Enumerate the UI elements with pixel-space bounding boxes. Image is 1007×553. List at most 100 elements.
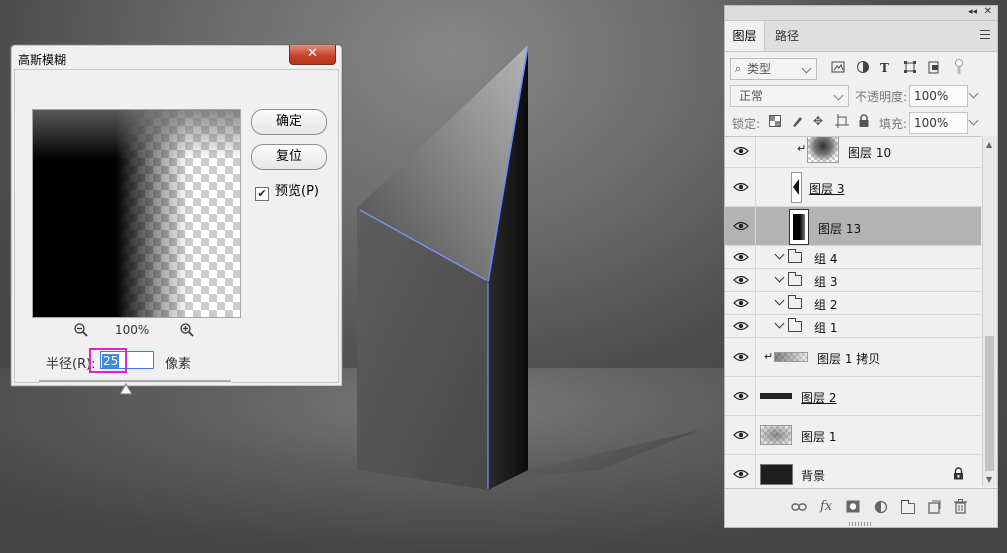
lock-position-icon[interactable]: ✥ [813,114,823,128]
lock-artboard-icon[interactable] [835,114,849,128]
layer-name[interactable]: 图层 2 [801,389,836,406]
layer-row[interactable]: 图层 1 [725,416,981,455]
layer-name[interactable]: 图层 13 [818,220,861,237]
blend-mode-select[interactable]: 正常 [730,85,849,107]
panel-menu-icon[interactable] [980,30,990,39]
opacity-dropdown[interactable] [967,85,980,105]
chevron-down-icon [801,63,812,74]
folder-icon[interactable] [901,500,915,514]
visibility-eye-icon[interactable] [733,146,749,156]
layer-row[interactable]: 图层 2 [725,377,981,416]
layer-thumbnail [760,464,793,485]
visibility-column [755,137,756,167]
visibility-eye-icon[interactable] [733,469,749,479]
zoom-out-icon[interactable] [73,322,89,338]
visibility-eye-icon[interactable] [733,321,749,331]
fill-input[interactable]: 100% [909,112,979,134]
layer-name[interactable]: 图层 3 [809,180,844,197]
chevron-down-icon [968,88,979,99]
folder-icon [788,272,802,286]
visibility-eye-icon[interactable] [733,252,749,262]
visibility-eye-icon[interactable] [733,391,749,401]
group-row[interactable]: 组 4 [725,246,981,269]
group-row[interactable]: 组 3 [725,269,981,292]
visibility-eye-icon[interactable] [733,182,749,192]
preview-checkbox-label: 预览(P) [275,184,319,199]
group-name[interactable]: 组 4 [814,250,837,267]
visibility-column [755,416,756,454]
preview-checkbox-row[interactable]: ✔ 预览(P) [255,180,319,201]
visibility-eye-icon[interactable] [733,221,749,231]
scroll-up-icon[interactable]: ▲ [986,140,992,149]
gaussian-blur-dialog[interactable]: 高斯模糊 ✕ 100% 确定 复位 ✔ 预览(P) 半径(R): 25 像素 [10,44,343,395]
resize-grip[interactable] [849,522,871,526]
adjustment-icon[interactable] [874,500,888,514]
layer-filter-select[interactable]: ⌕ 类型 [730,58,817,80]
preview-top-shade [33,110,240,160]
opacity-input[interactable]: 100% [909,85,979,107]
visibility-column [755,292,756,314]
lock-transparency-icon[interactable] [769,115,781,127]
layer-row[interactable]: 背景 [725,455,981,488]
group-name[interactable]: 组 1 [814,319,837,336]
layer-row[interactable]: ↵ 图层 1 拷贝 [725,338,981,377]
expand-chevron-icon[interactable] [774,295,785,306]
layer-list-scrollbar[interactable]: ▲ ▼ [982,136,997,487]
layer-list[interactable]: ↵ 图层 10 图层 3 图层 13 组 4 组 3 组 2 组 1 ↵ 图层 … [725,136,981,488]
smart-object-filter-icon[interactable] [927,60,941,74]
layer-name[interactable]: 图层 10 [848,144,891,161]
group-row[interactable]: 组 2 [725,292,981,315]
fill-dropdown[interactable] [967,112,980,132]
layer-row-selected[interactable]: 图层 13 [725,207,981,246]
blur-preview[interactable] [32,109,241,318]
tab-layers[interactable]: 图层 [725,21,765,51]
mask-icon[interactable] [846,500,860,513]
dialog-close-button[interactable]: ✕ [289,45,336,65]
zoom-controls: 100% [73,322,213,338]
visibility-eye-icon[interactable] [733,275,749,285]
group-row[interactable]: 组 1 [725,315,981,338]
collapse-icon[interactable]: ◂◂ [968,7,977,17]
radius-slider[interactable] [39,380,231,383]
fx-icon[interactable]: fx [820,499,832,514]
scrollbar-thumb[interactable] [985,336,994,471]
reset-button[interactable]: 复位 [251,144,327,170]
radius-slider-thumb[interactable] [119,383,133,395]
type-filter-icon[interactable]: T [880,61,889,75]
layer-name[interactable]: 图层 1 [801,428,836,445]
group-name[interactable]: 组 2 [814,296,837,313]
visibility-eye-icon[interactable] [733,298,749,308]
new-layer-icon[interactable] [928,500,941,514]
visibility-eye-icon[interactable] [733,352,749,362]
layer-name[interactable]: 图层 1 拷贝 [817,350,880,367]
preview-checkbox[interactable]: ✔ [255,187,269,201]
adjustment-filter-icon[interactable] [856,60,870,74]
layer-row[interactable]: 图层 3 [725,168,981,207]
layer-thumbnail [789,209,809,245]
layers-panel[interactable]: ◂◂ ✕ 图层 路径 ⌕ 类型 T 正常 不透明度: 100% 锁定: ✥ 填充… [724,5,998,528]
zoom-in-icon[interactable] [179,322,195,338]
expand-chevron-icon[interactable] [774,272,785,283]
expand-chevron-icon[interactable] [774,318,785,329]
pixel-filter-icon[interactable] [831,61,845,73]
tab-paths[interactable]: 路径 [765,21,809,51]
visibility-column [755,168,756,206]
layer-row[interactable]: ↵ 图层 10 [725,137,981,168]
lock-label: 锁定: [732,117,761,131]
visibility-eye-icon[interactable] [733,430,749,440]
dialog-title: 高斯模糊 [18,53,67,67]
filter-toggle-icon[interactable] [954,58,964,76]
visibility-column [755,455,756,488]
group-name[interactable]: 组 3 [814,273,837,290]
expand-chevron-icon[interactable] [774,249,785,260]
panel-close-icon[interactable]: ✕ [984,6,992,17]
link-icon[interactable] [791,502,807,512]
layer-name[interactable]: 背景 [801,467,825,484]
folder-icon [788,295,802,309]
lock-all-icon[interactable] [858,114,870,128]
scroll-down-icon[interactable]: ▼ [986,475,992,484]
shape-filter-icon[interactable] [903,60,917,74]
lock-pixels-icon[interactable] [791,114,805,128]
trash-icon[interactable] [954,499,967,514]
ok-button[interactable]: 确定 [251,109,327,135]
